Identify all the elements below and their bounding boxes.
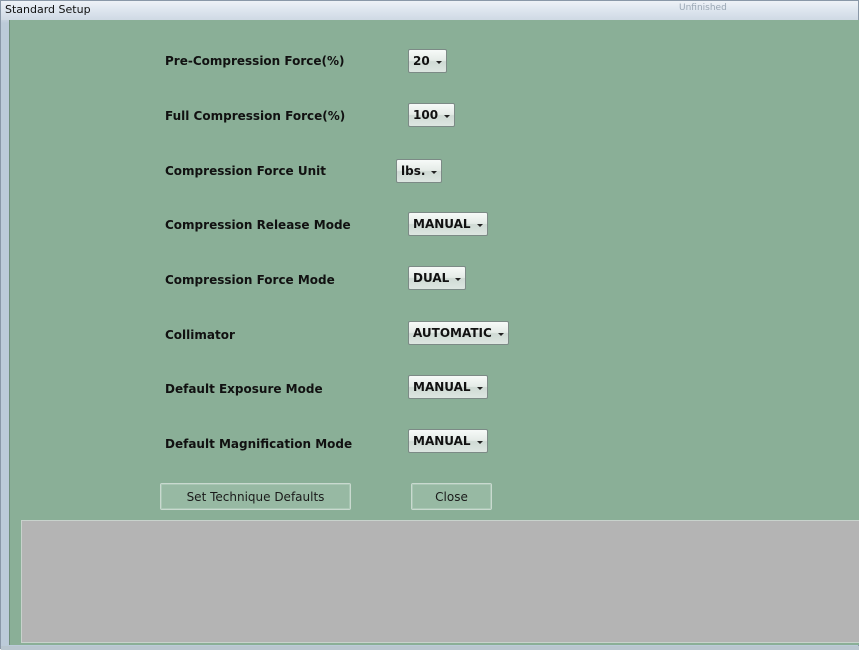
- chevron-down-icon: [435, 60, 442, 64]
- compression-release-mode-dropdown[interactable]: MANUAL: [408, 212, 488, 236]
- pre-compression-force-value: 20: [413, 54, 430, 68]
- compression-release-mode-value: MANUAL: [413, 217, 471, 231]
- full-compression-force-label: Full Compression Force(%): [165, 109, 346, 123]
- chevron-down-icon: [431, 170, 438, 174]
- chevron-down-icon: [476, 440, 483, 444]
- compression-force-mode-value: DUAL: [413, 271, 450, 285]
- window-title: Standard Setup: [5, 3, 91, 16]
- set-technique-defaults-button[interactable]: Set Technique Defaults: [160, 483, 351, 510]
- chevron-down-icon: [476, 223, 483, 227]
- chevron-down-icon: [455, 277, 462, 281]
- settings-panel: Pre-Compression Force(%) 20 Full Compres…: [9, 20, 859, 645]
- default-exposure-mode-label: Default Exposure Mode: [165, 382, 323, 396]
- pre-compression-force-dropdown[interactable]: 20: [408, 49, 447, 73]
- compression-force-unit-value: lbs.: [401, 164, 426, 178]
- default-magnification-mode-label: Default Magnification Mode: [165, 437, 353, 451]
- default-exposure-mode-value: MANUAL: [413, 380, 471, 394]
- compression-force-mode-label: Compression Force Mode: [165, 273, 335, 287]
- compression-force-unit-dropdown[interactable]: lbs.: [396, 159, 443, 183]
- default-exposure-mode-dropdown[interactable]: MANUAL: [408, 375, 488, 399]
- title-bar[interactable]: Standard Setup Unfinished: [1, 1, 858, 20]
- close-button[interactable]: Close: [411, 483, 492, 510]
- default-magnification-mode-dropdown[interactable]: MANUAL: [408, 429, 488, 453]
- collimator-label: Collimator: [165, 328, 235, 342]
- chevron-down-icon: [444, 114, 451, 118]
- collimator-value: AUTOMATIC: [413, 326, 492, 340]
- compression-release-mode-label: Compression Release Mode: [165, 218, 351, 232]
- standard-setup-window: Standard Setup Unfinished Pre-Compressio…: [0, 0, 859, 650]
- full-compression-force-value: 100: [413, 108, 439, 122]
- compression-force-unit-label: Compression Force Unit: [165, 164, 327, 178]
- full-compression-force-dropdown[interactable]: 100: [408, 103, 456, 127]
- status-panel: [21, 520, 859, 643]
- compression-force-mode-dropdown[interactable]: DUAL: [408, 266, 467, 290]
- title-bar-faint-text: Unfinished: [679, 3, 727, 13]
- chevron-down-icon: [476, 386, 483, 390]
- chevron-down-icon: [497, 332, 504, 336]
- default-magnification-mode-value: MANUAL: [413, 434, 471, 448]
- window-bottom-edge: [1, 646, 859, 650]
- pre-compression-force-label: Pre-Compression Force(%): [165, 54, 345, 68]
- collimator-dropdown[interactable]: AUTOMATIC: [408, 321, 509, 345]
